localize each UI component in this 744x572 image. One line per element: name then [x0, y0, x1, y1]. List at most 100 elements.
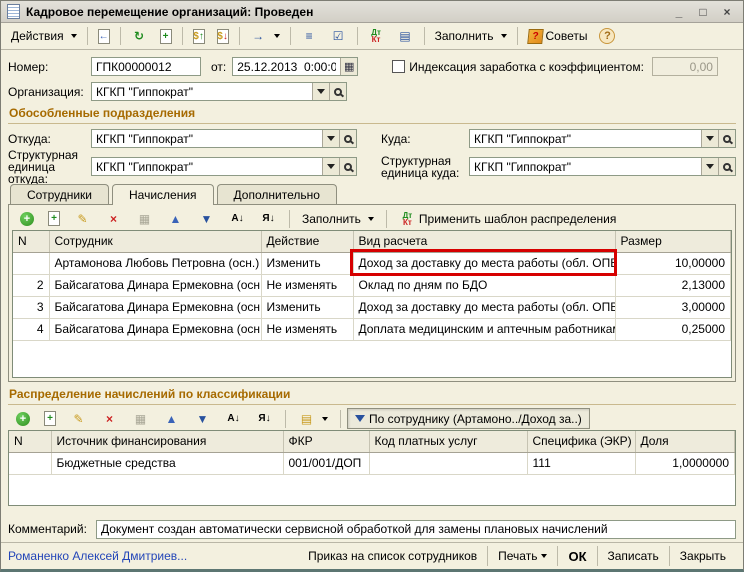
cell-action[interactable]: Не изменять [261, 274, 353, 296]
cell-calc-type[interactable]: Оклад по дням по БДО [353, 274, 615, 296]
sort-asc-button[interactable]: А↓ [223, 207, 252, 230]
delete-row-button[interactable]: × [95, 407, 124, 430]
struct-to-input[interactable] [470, 158, 701, 175]
struct-from-input[interactable] [92, 158, 322, 175]
postings-button[interactable]: ДтКт [362, 26, 391, 46]
cell-action[interactable]: Не изменять [261, 318, 353, 340]
cell-row-number[interactable]: 4 [13, 318, 49, 340]
write-document-button[interactable]: ← [92, 26, 116, 47]
help-button[interactable]: ? [593, 25, 621, 47]
from-input[interactable] [92, 130, 322, 147]
cell-fkr[interactable]: 001/001/ДОП [283, 452, 369, 474]
to-search-button[interactable] [718, 130, 735, 147]
cell-amount[interactable]: 10,00000 [615, 252, 731, 274]
print-button[interactable]: Печать [487, 546, 557, 566]
organization-search-button[interactable] [329, 83, 346, 100]
fill-menu-button[interactable]: Заполнить [429, 26, 513, 46]
order-list-button[interactable]: Приказ на список сотрудников [298, 546, 487, 566]
cell-action[interactable]: Изменить [261, 296, 353, 318]
cell-calc-type[interactable]: Доход за доставку до места работы (обл. … [353, 296, 615, 318]
delete-row-button[interactable]: × [99, 207, 128, 230]
cell-amount[interactable]: 3,00000 [615, 296, 731, 318]
column-header-amount[interactable]: Размер [615, 231, 731, 252]
date-input[interactable] [233, 58, 340, 75]
save-button[interactable]: Записать [597, 546, 669, 566]
table-row[interactable]: 4 Байсагатова Динара Ермековна (осн.) Не… [13, 318, 731, 340]
to-field[interactable] [469, 129, 736, 148]
cell-ekr[interactable]: 111 [527, 452, 635, 474]
cell-employee[interactable]: Артамонова Любовь Петровна (осн.) [49, 252, 261, 274]
indexation-checkbox[interactable] [392, 60, 405, 73]
column-header-share[interactable]: Доля [635, 431, 735, 452]
struct-to-search-button[interactable] [718, 158, 735, 175]
cell-amount[interactable]: 0,25000 [615, 318, 731, 340]
to-dropdown-button[interactable] [701, 130, 718, 147]
table-row[interactable]: 1 Артамонова Любовь Петровна (осн.) Изме… [13, 252, 731, 274]
from-field[interactable] [91, 129, 357, 148]
journal-button[interactable]: ▤ [391, 25, 420, 48]
column-header-ekr[interactable]: Специфика (ЭКР) [527, 431, 635, 452]
struct-from-field[interactable] [91, 157, 357, 176]
cell-row-number[interactable]: 1 [13, 252, 49, 274]
copy-row-button[interactable]: + [42, 208, 66, 229]
column-header-source[interactable]: Источник финансирования [51, 431, 283, 452]
cell-action[interactable]: Изменить [261, 252, 353, 274]
cell-employee[interactable]: Байсагатова Динара Ермековна (осн.) [49, 274, 261, 296]
end-edit-button[interactable]: ▦ [126, 407, 155, 430]
refresh-button[interactable]: ↻ [125, 25, 154, 48]
cell-employee[interactable]: Байсагатова Динара Ермековна (осн.) [49, 318, 261, 340]
by-employee-filter-toggle[interactable]: По сотруднику (Артамоно../Доход за..) [347, 408, 590, 429]
to-input[interactable] [470, 130, 701, 147]
number-input[interactable] [92, 58, 200, 75]
table-row[interactable]: 2 Байсагатова Динара Ермековна (осн.) Не… [13, 274, 731, 296]
sort-desc-button[interactable]: Я↓ [250, 407, 279, 430]
end-edit-button[interactable]: ▦ [130, 207, 159, 230]
cell-share[interactable]: 1,0000000 [635, 452, 735, 474]
move-up-button[interactable]: ▲ [161, 207, 190, 230]
table-row[interactable]: 5 Бюджетные средства 001/001/ДОП 111 1,0… [9, 452, 735, 474]
from-dropdown-button[interactable] [322, 130, 339, 147]
cell-row-number[interactable]: 3 [13, 296, 49, 318]
column-header-calc-type[interactable]: Вид расчета [353, 231, 615, 252]
column-header-employee[interactable]: Сотрудник [49, 231, 261, 252]
fill-table-button[interactable]: Заполнить [296, 209, 380, 229]
close-button[interactable]: × [717, 4, 737, 20]
add-row-button[interactable]: + [10, 409, 36, 429]
copy-row-button[interactable]: + [38, 408, 62, 429]
organization-field[interactable] [91, 82, 347, 101]
struct-to-dropdown-button[interactable] [701, 158, 718, 175]
list-settings-button[interactable]: ≡ [295, 25, 324, 48]
table-row[interactable]: 3 Байсагатова Динара Ермековна (осн.) Из… [13, 296, 731, 318]
column-header-fkr[interactable]: ФКР [283, 431, 369, 452]
cell-row-number[interactable]: 2 [13, 274, 49, 296]
cell-employee[interactable]: Байсагатова Динара Ермековна (осн.) [49, 296, 261, 318]
column-header-n[interactable]: N [13, 231, 49, 252]
tab-employees[interactable]: Сотрудники [10, 184, 109, 204]
number-field[interactable] [91, 57, 201, 76]
struct-from-search-button[interactable] [339, 158, 356, 175]
struct-from-dropdown-button[interactable] [322, 158, 339, 175]
close-button-footer[interactable]: Закрыть [669, 546, 736, 566]
maximize-button[interactable]: □ [693, 4, 713, 20]
apply-template-button[interactable]: ДтКт Применить шаблон распределения [393, 209, 622, 229]
responsible-person-link[interactable]: Романенко Алексей Дмитриев... [8, 549, 298, 563]
move-up-button[interactable]: ▲ [157, 407, 186, 430]
date-field[interactable]: ▦ [232, 57, 358, 76]
go-to-button[interactable]: → [244, 25, 286, 48]
cell-calc-type[interactable]: Доплата медицинским и аптечным работника… [353, 318, 615, 340]
move-down-button[interactable]: ▼ [188, 407, 217, 430]
column-header-n[interactable]: N [9, 431, 51, 452]
cell-paid-code[interactable] [369, 452, 527, 474]
edit-row-button[interactable]: ✎ [64, 407, 93, 430]
cell-amount[interactable]: 2,13000 [615, 274, 731, 296]
tips-button[interactable]: ? Советы [522, 26, 594, 47]
setup-button[interactable]: ☑ [324, 25, 353, 48]
minimize-button[interactable]: _ [669, 4, 689, 20]
classifier-menu-button[interactable]: ▤ [292, 407, 334, 430]
comment-field[interactable] [96, 520, 736, 539]
organization-input[interactable] [92, 83, 312, 100]
from-search-button[interactable] [339, 130, 356, 147]
sort-desc-button[interactable]: Я↓ [254, 207, 283, 230]
actions-menu-button[interactable]: Действия [5, 26, 83, 46]
sort-asc-button[interactable]: А↓ [219, 407, 248, 430]
